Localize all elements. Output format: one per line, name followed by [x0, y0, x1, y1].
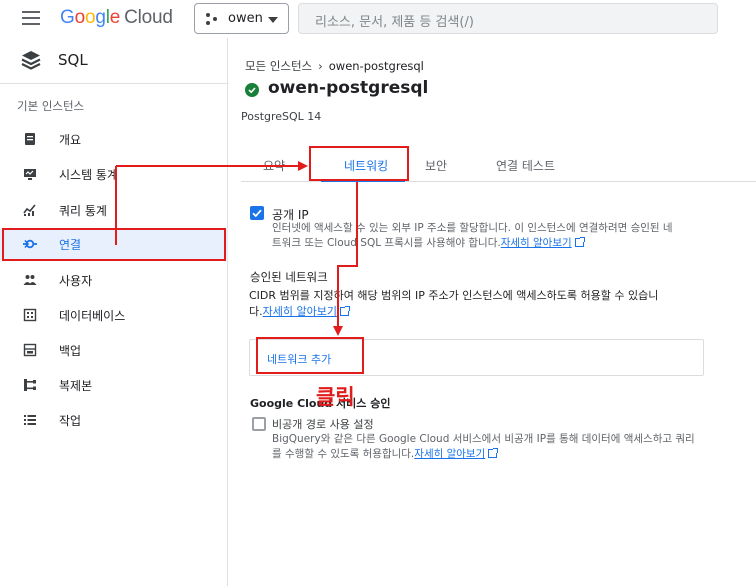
active-tab-indicator	[321, 179, 405, 182]
external-link-icon	[488, 448, 499, 458]
learn-more-link-authorized[interactable]: 자세히 알아보기	[263, 305, 337, 318]
menu-icon[interactable]	[22, 11, 40, 25]
project-icon	[206, 13, 218, 25]
replica-icon	[24, 379, 36, 391]
system-stats-icon	[24, 169, 36, 180]
users-icon	[23, 275, 37, 285]
search-input[interactable]: 리소스, 문서, 제품 등 검색(/)	[298, 3, 718, 34]
authorized-networks-description: CIDR 범위를 지정하여 해당 범위의 IP 주소가 인스턴스에 액세스하도록…	[249, 289, 659, 318]
private-path-label: 비공개 경로 사용 설정	[272, 418, 374, 431]
database-icon	[23, 308, 37, 322]
chevron-right-icon: ›	[318, 59, 323, 73]
tab-summary[interactable]: 요약	[263, 157, 285, 174]
caret-down-icon	[268, 17, 278, 23]
search-placeholder: 리소스, 문서, 제품 등 검색(/)	[315, 15, 474, 30]
database-version: PostgreSQL 14	[241, 110, 322, 123]
authorized-networks-heading: 승인된 네트워크	[250, 270, 328, 284]
sidebar-item-operations[interactable]: 작업	[0, 404, 228, 436]
public-ip-description: 인터넷에 액세스할 수 있는 외부 IP 주소를 할당합니다. 이 인스턴스에 …	[272, 222, 673, 249]
project-name: owen	[228, 11, 263, 26]
sidebar-title: SQL	[58, 51, 88, 69]
public-ip-checkbox[interactable]	[250, 206, 264, 220]
tab-bar: 요약 네트워킹 보안 연결 테스트	[241, 150, 756, 182]
top-bar: Google Cloud owen 리소스, 문서, 제품 등 검색(/)	[0, 0, 756, 38]
add-network-button[interactable]: 네트워크 추가	[267, 351, 331, 367]
status-ok-icon	[245, 83, 259, 97]
backup-icon	[23, 343, 37, 357]
annotation-click-label: 클릭	[316, 385, 355, 409]
breadcrumb-all-instances[interactable]: 모든 인스턴스	[245, 59, 312, 73]
authorized-networks-box: 네트워크 추가	[249, 339, 704, 376]
breadcrumb-current: owen-postgresql	[328, 59, 424, 73]
sidebar-item-query-stats[interactable]: 쿼리 통계	[0, 194, 228, 226]
sidebar-section-label: 기본 인스턴스	[17, 99, 85, 113]
project-picker-button[interactable]: owen	[194, 3, 289, 34]
breadcrumb: 모든 인스턴스 › owen-postgresql	[245, 58, 424, 74]
sidebar-item-users[interactable]: 사용자	[0, 264, 228, 296]
external-link-icon	[339, 306, 350, 316]
overview-icon	[25, 133, 35, 145]
sidebar: SQL 기본 인스턴스 개요 시스템 통계 쿼리 통계 연결 사용자 데이터베이…	[0, 38, 228, 586]
sidebar-item-backups[interactable]: 백업	[0, 334, 228, 366]
sidebar-item-system-stats[interactable]: 시스템 통계	[0, 158, 228, 190]
tab-security[interactable]: 보안	[425, 157, 447, 174]
learn-more-link-private-path[interactable]: 자세히 알아보기	[414, 448, 485, 460]
sidebar-item-overview[interactable]: 개요	[0, 123, 228, 155]
tab-networking[interactable]: 네트워킹	[344, 157, 388, 174]
main-content: 모든 인스턴스 › owen-postgresql owen-postgresql …	[229, 38, 756, 586]
checkmark-icon	[252, 209, 262, 218]
operations-icon	[24, 415, 36, 425]
sidebar-header: SQL	[0, 38, 228, 84]
sidebar-item-replicas[interactable]: 복제본	[0, 369, 228, 401]
private-path-description: BigQuery와 같은 다른 Google Cloud 서비스에서 비공개 I…	[272, 433, 695, 460]
page-title: owen-postgresql	[268, 78, 429, 98]
connections-icon	[23, 239, 37, 249]
google-cloud-logo[interactable]: Google Cloud	[60, 7, 173, 29]
sidebar-item-databases[interactable]: 데이터베이스	[0, 299, 228, 331]
learn-more-link-public-ip[interactable]: 자세히 알아보기	[501, 237, 572, 249]
external-link-icon	[574, 237, 585, 247]
sidebar-item-connections[interactable]: 연결	[0, 228, 228, 260]
sql-product-icon	[21, 51, 41, 70]
query-stats-icon	[23, 204, 36, 216]
tab-connection-test[interactable]: 연결 테스트	[496, 157, 555, 174]
private-path-checkbox[interactable]	[252, 417, 266, 431]
